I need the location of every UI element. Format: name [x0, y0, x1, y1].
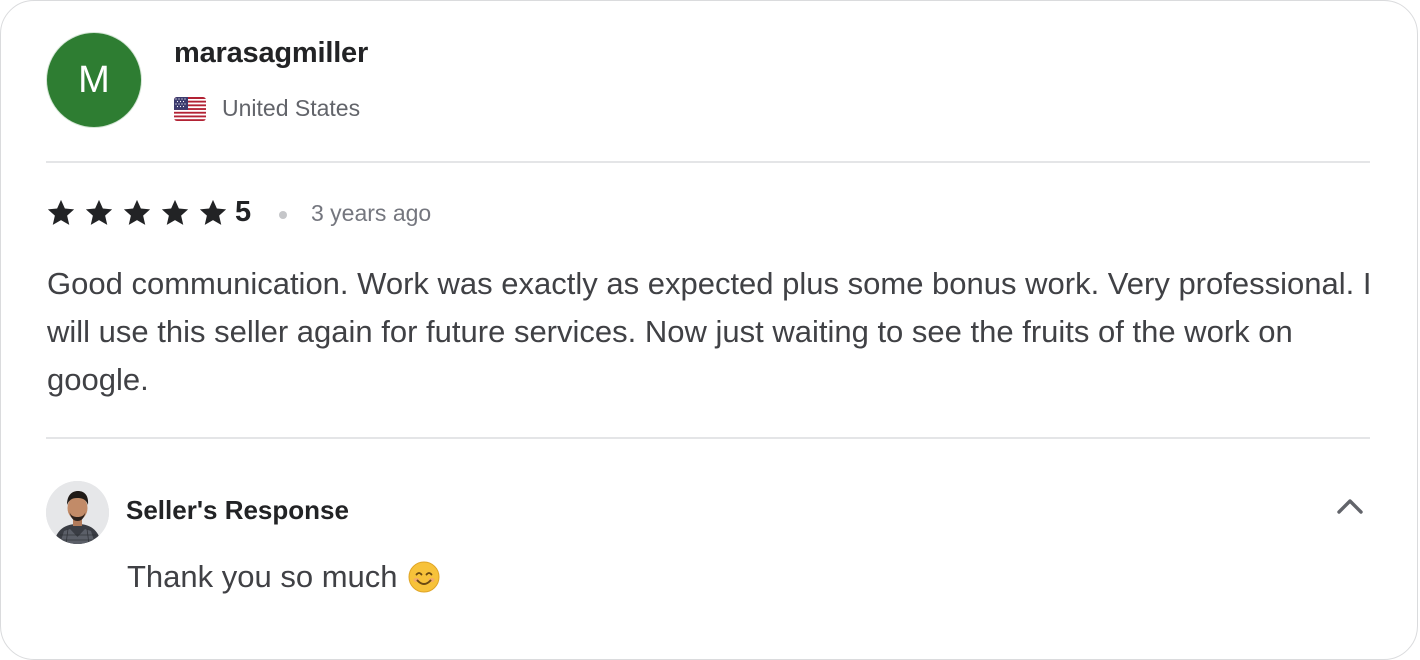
seller-reply: Thank you so much	[127, 559, 440, 595]
reviewer-country: United States	[222, 95, 361, 121]
response-divider	[46, 437, 1370, 439]
collapse-response-button[interactable]	[1331, 489, 1369, 523]
reviewer-avatar[interactable]: M	[47, 33, 141, 127]
star-icon	[199, 199, 227, 225]
review-card: M marasagmiller United States 5 3 years …	[0, 0, 1418, 660]
review-time-ago: 3 years ago	[311, 200, 432, 226]
star-rating	[46, 197, 236, 229]
rating-value: 5	[235, 196, 252, 228]
separator-dot	[279, 211, 287, 219]
chevron-up-icon	[1337, 499, 1363, 514]
header-divider	[46, 161, 1370, 163]
star-icon	[85, 199, 113, 225]
reviewer-username[interactable]: marasagmiller	[174, 37, 368, 70]
review-text: Good communication. Work was exactly as …	[47, 266, 1372, 397]
star-icon	[123, 199, 151, 225]
seller-response-title: Seller's Response	[126, 495, 349, 525]
us-flag-icon	[174, 97, 206, 121]
seller-avatar	[46, 481, 109, 544]
star-icon	[161, 199, 189, 225]
smiling-face-icon	[408, 561, 440, 593]
star-icon	[47, 199, 75, 225]
seller-reply-text: Thank you so much	[127, 559, 398, 594]
reviewer-initial: M	[78, 59, 110, 101]
